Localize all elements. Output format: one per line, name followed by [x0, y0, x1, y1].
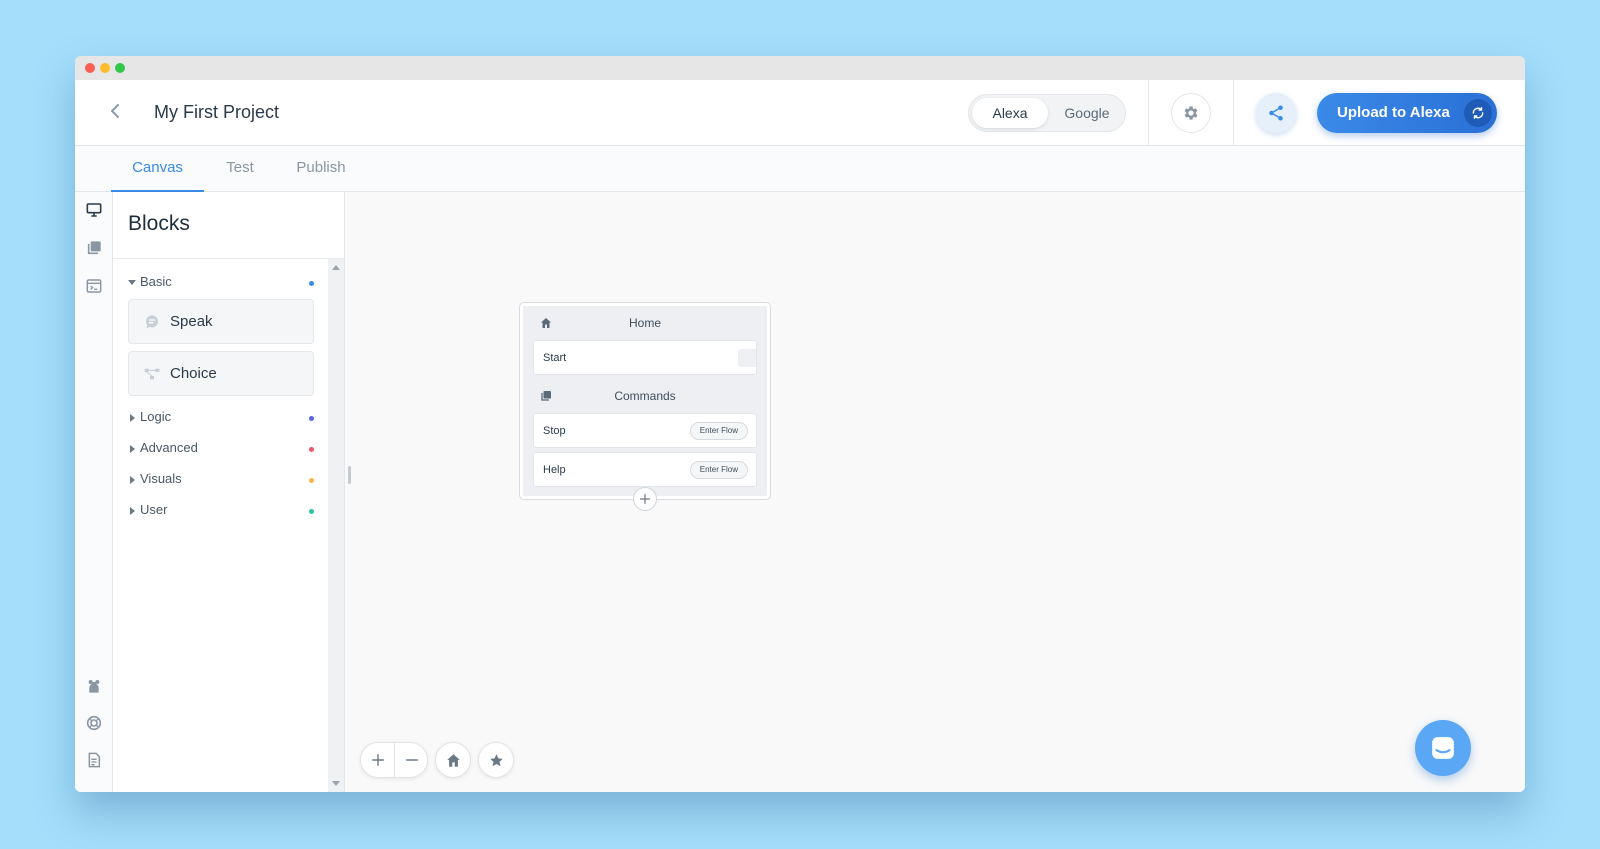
caret-right-icon [130, 507, 135, 515]
caret-down-icon [128, 280, 136, 285]
category-label: Visuals [140, 471, 182, 486]
recenter-home-button[interactable] [435, 742, 471, 778]
category-label: Basic [140, 274, 172, 289]
category-dot [309, 509, 314, 514]
category-visuals[interactable]: Visuals [128, 470, 314, 490]
back-button[interactable] [103, 100, 127, 124]
home-label: Home [628, 316, 661, 330]
category-advanced[interactable]: Advanced [128, 439, 314, 459]
speech-bubble-icon [143, 313, 161, 331]
category-logic[interactable]: Logic [128, 408, 314, 428]
left-icon-rail [75, 192, 113, 792]
add-step-button[interactable] [633, 487, 657, 511]
block-label: Speak [170, 313, 213, 330]
sync-icon [1464, 99, 1492, 127]
zoom-in-button[interactable] [361, 743, 395, 777]
start-label: Start [543, 352, 567, 364]
blocks-panel-title: Blocks [128, 212, 190, 235]
home-flow-block[interactable]: Home Start Commands Stop Enter Flow Help… [519, 302, 771, 511]
panel-resize-handle[interactable] [348, 466, 351, 484]
category-dot [309, 447, 314, 452]
home-header: Home [520, 312, 770, 334]
minus-icon [406, 759, 418, 761]
category-basic[interactable]: Basic [128, 273, 314, 293]
code-window-icon[interactable] [84, 276, 104, 296]
caret-right-icon [130, 445, 135, 453]
tab-canvas[interactable]: Canvas [111, 146, 204, 192]
favorites-button[interactable] [478, 742, 514, 778]
commands-label: Commands [614, 389, 676, 403]
share-button[interactable] [1256, 93, 1296, 133]
commands-header: Commands [520, 385, 770, 407]
category-dot [309, 416, 314, 421]
block-speak[interactable]: Speak [128, 299, 314, 344]
project-title[interactable]: My First Project [154, 100, 279, 124]
scroll-up-arrow-icon[interactable] [332, 265, 340, 270]
zoom-out-button[interactable] [395, 743, 429, 777]
category-dot [309, 281, 314, 286]
category-user[interactable]: User [128, 501, 314, 521]
choice-branch-icon [143, 365, 161, 383]
category-label: User [140, 502, 168, 517]
library-icon[interactable] [84, 238, 104, 258]
command-row-stop[interactable]: Stop Enter Flow [533, 413, 757, 448]
upload-button-label: Upload to Alexa [1337, 104, 1450, 121]
home-icon [446, 753, 460, 767]
gear-icon [1184, 106, 1198, 120]
category-label: Advanced [140, 440, 198, 455]
document-icon[interactable] [84, 750, 104, 770]
share-icon [1269, 105, 1283, 121]
help-ring-icon[interactable] [84, 713, 104, 733]
monitor-icon[interactable] [84, 200, 104, 220]
settings-button[interactable] [1171, 93, 1211, 133]
blocks-panel: Blocks Basic Speak Choice Logic Advanced… [113, 192, 345, 792]
minimize-window-button[interactable] [100, 63, 110, 73]
team-icon[interactable] [84, 676, 104, 696]
caret-right-icon [130, 476, 135, 484]
platform-option-alexa[interactable]: Alexa [972, 98, 1048, 128]
main-tabs: Canvas Test Publish [75, 146, 1525, 192]
header-divider [1233, 80, 1234, 146]
enter-flow-button[interactable]: Enter Flow [689, 461, 748, 479]
command-label: Stop [543, 425, 566, 437]
flow-canvas[interactable]: Home Start Commands Stop Enter Flow Help… [345, 192, 1525, 792]
block-choice[interactable]: Choice [128, 351, 314, 396]
header-divider [1148, 80, 1149, 146]
maximize-window-button[interactable] [115, 63, 125, 73]
platform-toggle[interactable]: Alexa Google [968, 94, 1126, 132]
chevron-left-icon [111, 104, 119, 118]
connection-port[interactable] [738, 349, 756, 367]
tab-publish[interactable]: Publish [288, 146, 354, 192]
star-icon [489, 753, 503, 766]
category-label: Logic [140, 409, 172, 424]
command-row-help[interactable]: Help Enter Flow [533, 452, 757, 487]
plus-icon [639, 493, 651, 505]
chat-icon [1432, 737, 1454, 759]
caret-right-icon [130, 414, 135, 422]
close-window-button[interactable] [85, 63, 95, 73]
command-label: Help [543, 464, 566, 476]
divider [113, 258, 345, 259]
plus-icon [372, 754, 384, 766]
platform-option-google[interactable]: Google [1051, 98, 1123, 128]
start-row[interactable]: Start [533, 340, 757, 375]
enter-flow-button[interactable]: Enter Flow [689, 422, 748, 440]
app-window: My First Project Alexa Google Upload to … [75, 56, 1525, 792]
category-dot [309, 478, 314, 483]
upload-button[interactable]: Upload to Alexa [1317, 93, 1497, 133]
blocks-scrollbar[interactable] [328, 259, 344, 792]
tab-test[interactable]: Test [217, 146, 263, 192]
chat-support-button[interactable] [1415, 720, 1471, 776]
top-header: My First Project Alexa Google Upload to … [75, 80, 1525, 146]
window-titlebar [75, 56, 1525, 80]
block-label: Choice [170, 365, 217, 382]
scroll-down-arrow-icon[interactable] [332, 781, 340, 786]
zoom-controls [360, 742, 428, 778]
